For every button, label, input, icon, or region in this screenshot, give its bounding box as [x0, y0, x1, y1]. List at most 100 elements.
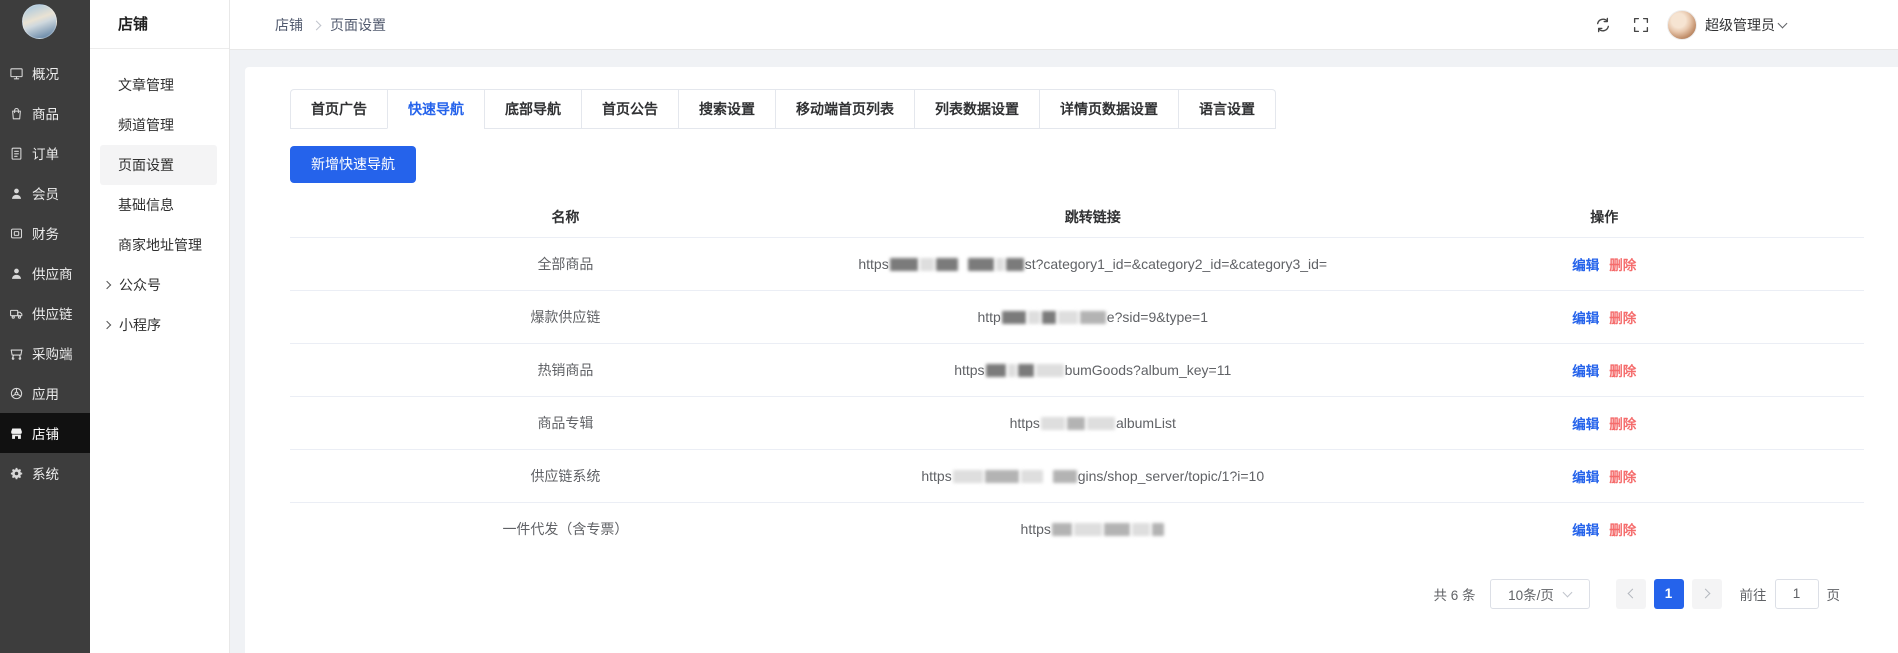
- redacted-block: [1104, 523, 1130, 536]
- row-name: 热销商品: [290, 344, 841, 397]
- sidebar-item-system[interactable]: 系统: [0, 453, 90, 493]
- redacted-block: [1053, 470, 1077, 483]
- page-unit-label: 页: [1827, 584, 1841, 604]
- delete-link[interactable]: 删除: [1609, 311, 1636, 326]
- sidebar-item-label: 店铺: [32, 423, 59, 443]
- redacted-block: [1067, 417, 1085, 430]
- submenu-item-basic-info[interactable]: 基础信息: [90, 185, 229, 225]
- fullscreen-icon[interactable]: [1632, 16, 1650, 34]
- page-number-button[interactable]: 1: [1654, 579, 1684, 609]
- sidebar-item-label: 供应链: [32, 303, 73, 323]
- edit-link[interactable]: 编辑: [1572, 417, 1599, 432]
- sidebar-item-members[interactable]: 会员: [0, 173, 90, 213]
- redacted-block: [920, 258, 934, 271]
- content-area: 首页广告 快速导航 底部导航 首页公告 搜索设置 移动端首页列表 列表数据设置 …: [230, 50, 1898, 653]
- add-quick-nav-button[interactable]: 新增快速导航: [290, 146, 416, 183]
- edit-link[interactable]: 编辑: [1572, 258, 1599, 273]
- submenu-item-articles[interactable]: 文章管理: [90, 65, 229, 105]
- row-name: 供应链系统: [290, 450, 841, 503]
- delete-link[interactable]: 删除: [1609, 417, 1636, 432]
- submenu-item-label: 小程序: [119, 305, 161, 345]
- tab-detail-data-settings[interactable]: 详情页数据设置: [1039, 90, 1178, 129]
- sidebar-item-overview[interactable]: 概况: [0, 53, 90, 93]
- redacted-block: [1080, 311, 1106, 324]
- tab-mobile-home-list[interactable]: 移动端首页列表: [775, 90, 914, 129]
- row-link: httpsst?category1_id=&category2_id=&cate…: [841, 238, 1345, 291]
- tab-search-settings[interactable]: 搜索设置: [678, 90, 775, 129]
- row-actions: 编辑删除: [1345, 344, 1864, 397]
- sidebar-item-goods[interactable]: 商品: [0, 93, 90, 133]
- edit-link[interactable]: 编辑: [1572, 364, 1599, 379]
- edit-link[interactable]: 编辑: [1572, 523, 1599, 538]
- breadcrumb: 店铺 页面设置: [275, 15, 386, 35]
- submenu-item-channels[interactable]: 频道管理: [90, 105, 229, 145]
- goto-page-input[interactable]: [1775, 579, 1819, 609]
- redacted-block: [1132, 523, 1150, 536]
- sidebar-item-supply-chain[interactable]: 供应链: [0, 293, 90, 333]
- goto-label: 前往: [1740, 584, 1767, 604]
- tab-home-ads[interactable]: 首页广告: [291, 90, 387, 129]
- redacted-block: [1002, 311, 1026, 324]
- sidebar-item-label: 供应商: [32, 263, 73, 283]
- column-header-link: 跳转链接: [841, 195, 1345, 238]
- tab-list-data-settings[interactable]: 列表数据设置: [914, 90, 1039, 129]
- edit-link[interactable]: 编辑: [1572, 470, 1599, 485]
- redacted-block: [1052, 523, 1072, 536]
- submenu-list: 文章管理 频道管理 页面设置 基础信息 商家地址管理 公众号 小程序: [90, 65, 229, 345]
- row-name: 一件代发（含专票）: [290, 503, 841, 556]
- monitor-icon: [9, 66, 24, 81]
- edit-link[interactable]: 编辑: [1572, 311, 1599, 326]
- row-actions: 编辑删除: [1345, 503, 1864, 556]
- tab-quick-nav[interactable]: 快速导航: [387, 90, 484, 129]
- chevron-right-icon: [103, 281, 111, 289]
- redacted-block: [1074, 523, 1102, 536]
- table-row: 一件代发（含专票） https 编辑删除: [290, 503, 1864, 556]
- sidebar-item-apps[interactable]: 应用: [0, 373, 90, 413]
- sidebar-item-procurement[interactable]: 采购端: [0, 333, 90, 373]
- row-name: 全部商品: [290, 238, 841, 291]
- app-logo-avatar[interactable]: [22, 4, 57, 39]
- sidebar-item-label: 应用: [32, 383, 59, 403]
- sidebar-item-suppliers[interactable]: 供应商: [0, 253, 90, 293]
- delete-link[interactable]: 删除: [1609, 470, 1636, 485]
- breadcrumb-item-page-settings: 页面设置: [330, 15, 386, 35]
- row-actions: 编辑删除: [1345, 397, 1864, 450]
- sidebar-item-label: 概况: [32, 63, 59, 83]
- member-icon: [9, 186, 24, 201]
- delete-link[interactable]: 删除: [1609, 258, 1636, 273]
- redacted-block: [936, 258, 958, 271]
- tab-bar: 首页广告 快速导航 底部导航 首页公告 搜索设置 移动端首页列表 列表数据设置 …: [290, 89, 1276, 129]
- submenu-item-official-account[interactable]: 公众号: [90, 265, 229, 305]
- pagination-total: 共 6 条: [1433, 584, 1475, 604]
- row-name: 商品专辑: [290, 397, 841, 450]
- shop-icon: [9, 426, 24, 441]
- sidebar-item-finance[interactable]: 财务: [0, 213, 90, 253]
- tab-bottom-nav[interactable]: 底部导航: [484, 90, 581, 129]
- redacted-block: [890, 258, 918, 271]
- delete-link[interactable]: 删除: [1609, 364, 1636, 379]
- tab-home-notice[interactable]: 首页公告: [581, 90, 678, 129]
- redacted-block: [985, 470, 1019, 483]
- next-page-button[interactable]: [1692, 579, 1722, 609]
- redacted-block: [1021, 470, 1043, 483]
- redacted-block: [1041, 417, 1065, 430]
- chevron-right-icon: [103, 321, 111, 329]
- primary-menu: 概况 商品 订单 会员 财务 供应商: [0, 53, 90, 493]
- user-menu[interactable]: 超级管理员: [1667, 10, 1786, 40]
- row-link: httpsgins/shop_server/topic/1?i=10: [841, 450, 1345, 503]
- redacted-block: [1036, 364, 1064, 377]
- submenu-item-merchant-address[interactable]: 商家地址管理: [90, 225, 229, 265]
- sidebar-item-orders[interactable]: 订单: [0, 133, 90, 173]
- refresh-icon[interactable]: [1594, 16, 1612, 34]
- delete-link[interactable]: 删除: [1609, 523, 1636, 538]
- row-name: 爆款供应链: [290, 291, 841, 344]
- tab-language-settings[interactable]: 语言设置: [1178, 90, 1275, 129]
- submenu-item-mini-program[interactable]: 小程序: [90, 305, 229, 345]
- app-layout: 概况 商品 订单 会员 财务 供应商: [0, 0, 1898, 653]
- submenu-item-page-settings[interactable]: 页面设置: [100, 145, 217, 185]
- row-link: httpsbumGoods?album_key=11: [841, 344, 1345, 397]
- breadcrumb-item-shop[interactable]: 店铺: [275, 15, 303, 35]
- prev-page-button[interactable]: [1616, 579, 1646, 609]
- sidebar-item-shop[interactable]: 店铺: [0, 413, 90, 453]
- page-size-select[interactable]: 10条/页: [1490, 579, 1590, 609]
